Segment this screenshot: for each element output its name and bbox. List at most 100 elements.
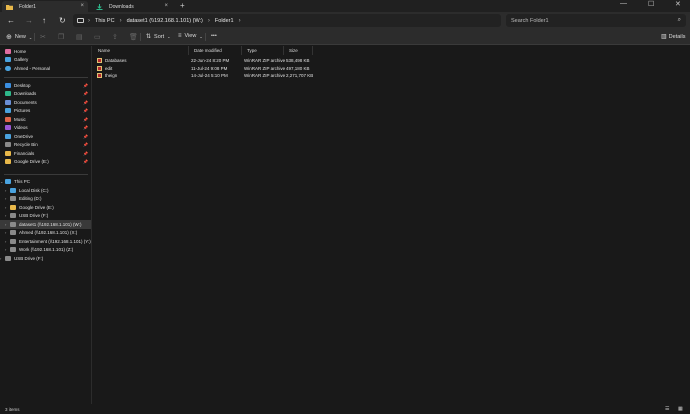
file-row[interactable]: Databases 22-Jun-24 8:20 PM WinRAR ZIP arc…	[97, 57, 319, 65]
sidebar-item-drive[interactable]: › Ahmed (\\192.168.1.101) (X:)	[0, 229, 91, 238]
sidebar-item-drive[interactable]: › Local Disk (C:)	[0, 186, 91, 195]
share-icon[interactable]: ⇪	[112, 33, 118, 41]
view-icon: ≡	[178, 33, 182, 39]
sidebar-item-pinned[interactable]: Financials 📌	[0, 149, 91, 158]
new-tab-icon[interactable]: +	[180, 1, 185, 10]
drive-icon	[10, 204, 16, 210]
chevron-right-icon[interactable]: ›	[5, 213, 9, 218]
delete-icon[interactable]: 🗑	[129, 33, 138, 41]
file-row[interactable]: theign 14-Jul-24 5:10 PM WinRAR ZIP archiv…	[97, 72, 319, 80]
view-button[interactable]: ≡ View ⌄	[178, 33, 203, 39]
up-icon[interactable]: ↑	[42, 16, 46, 25]
close-tab-icon[interactable]: ×	[80, 3, 84, 9]
chevron-right-icon[interactable]: ›	[5, 188, 9, 193]
search-box[interactable]: ⌕	[506, 14, 686, 27]
sort-icon: ⇅	[146, 34, 152, 40]
forward-icon[interactable]: →	[25, 16, 33, 25]
sidebar-item-home[interactable]: Home	[0, 47, 91, 56]
chevron-right-icon[interactable]: ›	[239, 18, 241, 24]
sidebar-item-label: Editing (D:)	[19, 196, 42, 202]
maximize-icon[interactable]: ☐	[648, 0, 654, 8]
sidebar-item-pinned[interactable]: OneDrive 📌	[0, 132, 91, 141]
more-options-icon[interactable]: •••	[211, 33, 217, 39]
sort-label: Sort	[154, 33, 165, 40]
rename-icon[interactable]: ▭	[94, 33, 101, 41]
item-count: 3 items	[5, 407, 20, 412]
sidebar-item-pinned[interactable]: Pictures 📌	[0, 107, 91, 116]
winrar-archive-icon	[97, 58, 102, 63]
sidebar-item-label: Desktop	[14, 82, 31, 88]
sidebar-item-drive[interactable]: › Work (\\192.168.1.101) (Z:)	[0, 246, 91, 255]
copy-icon[interactable]: ❐	[58, 33, 64, 41]
breadcrumb-dataset1[interactable]: dataset1 (\\192.168.1.101) (W:)	[127, 18, 203, 24]
plus-icon: ⊕	[6, 34, 12, 41]
sidebar-item-pinned[interactable]: Google Drive (E:) 📌	[0, 158, 91, 167]
sidebar-item-pinned[interactable]: Recycle Bin 📌	[0, 141, 91, 150]
sidebar-item-pinned[interactable]: Music 📌	[0, 115, 91, 124]
sidebar-item-this-pc[interactable]: ⌄ This PC	[0, 177, 91, 186]
network-drive-icon	[10, 230, 16, 236]
sidebar-item-drive[interactable]: › Editing (D:)	[0, 195, 91, 204]
paste-icon[interactable]: ▤	[76, 33, 83, 41]
back-icon[interactable]: ←	[7, 16, 15, 25]
details-label: Details	[668, 33, 686, 40]
network-drive-icon	[10, 247, 16, 253]
sidebar-item-label: Downloads	[14, 91, 37, 97]
chevron-right-icon[interactable]: ›	[5, 239, 9, 244]
sort-button[interactable]: ⇅ Sort ⌄	[146, 33, 170, 41]
search-input[interactable]	[511, 17, 671, 24]
tab-folder1[interactable]: Folder1 ×	[2, 1, 88, 12]
sidebar-item-pinned[interactable]: Downloads 📌	[0, 90, 91, 99]
file-row[interactable]: edit 11-Jul-24 9:08 PM WinRAR ZIP archive 4…	[97, 65, 319, 73]
column-header-type[interactable]: Type	[242, 46, 284, 55]
sidebar-item-ahmed-personal[interactable]: › Ahmed - Personal	[0, 64, 91, 73]
chevron-down-icon[interactable]: ⌄	[0, 179, 4, 184]
tab-label: Folder1	[19, 3, 36, 10]
chevron-right-icon[interactable]: ›	[208, 18, 210, 24]
search-icon[interactable]: ⌕	[678, 17, 681, 24]
breadcrumb-this-pc[interactable]: This PC	[95, 18, 115, 24]
cut-icon[interactable]: ✂	[40, 33, 46, 41]
sidebar-item-pinned[interactable]: Documents 📌	[0, 98, 91, 107]
file-name: edit	[105, 65, 113, 71]
breadcrumb-folder1[interactable]: Folder1	[215, 18, 234, 24]
pin-icon: 📌	[83, 116, 88, 122]
details-button[interactable]: ▥ Details	[661, 33, 686, 41]
address-row: ← → ↑ ↻ › This PC › dataset1 (\\192.168.…	[0, 12, 690, 29]
close-window-icon[interactable]: ✕	[675, 0, 681, 8]
sidebar-item-drive[interactable]: › Entertainment (\\192.168.1.101) (Y:)	[0, 237, 91, 246]
minimize-icon[interactable]: —	[620, 0, 627, 7]
network-drive-icon	[10, 221, 16, 227]
file-date: 22-Jun-24 8:20 PM	[191, 58, 230, 64]
tab-downloads[interactable]: Downloads ×	[92, 1, 172, 12]
chevron-right-icon[interactable]: ›	[5, 196, 9, 201]
sidebar-item-drive[interactable]: › USB Drive (F:)	[0, 212, 91, 221]
recycle-bin-icon	[5, 142, 11, 148]
sidebar-item-usb-drive[interactable]: › USB Drive (F:)	[0, 255, 91, 264]
chevron-right-icon[interactable]: ›	[5, 222, 9, 227]
sidebar-item-gallery[interactable]: Gallery	[0, 56, 91, 65]
sidebar-item-drive[interactable]: › dataset1 (\\192.168.1.101) (W:)	[0, 220, 91, 229]
address-bar[interactable]: › This PC › dataset1 (\\192.168.1.101) (…	[73, 14, 501, 27]
sidebar-item-drive[interactable]: › Google Drive (E:)	[0, 203, 91, 212]
file-type: WinRAR ZIP archive	[244, 65, 286, 71]
sidebar-item-label: Google Drive (E:)	[19, 204, 54, 210]
chevron-right-icon[interactable]: ›	[0, 256, 4, 261]
sidebar-item-pinned[interactable]: Videos 📌	[0, 124, 91, 133]
chevron-right-icon[interactable]: ›	[5, 205, 9, 210]
chevron-right-icon[interactable]: ›	[120, 18, 122, 24]
column-header-name[interactable]: Name	[93, 46, 189, 55]
chevron-right-icon[interactable]: ›	[5, 247, 9, 252]
chevron-right-icon[interactable]: ›	[0, 66, 4, 71]
close-tab-icon[interactable]: ×	[164, 3, 168, 9]
command-bar: ⊕ New ⌄ ✂ ❐ ▤ ▭ ⇪ 🗑 ⇅ Sort ⌄ ≡ View ⌄ ••…	[0, 29, 690, 45]
details-view-icon[interactable]: ☰	[665, 406, 669, 412]
new-button[interactable]: ⊕ New ⌄	[6, 33, 32, 41]
tiles-view-icon[interactable]: ▦	[678, 406, 683, 412]
column-header-size[interactable]: Size	[284, 46, 313, 55]
refresh-icon[interactable]: ↻	[59, 16, 66, 25]
new-label: New	[14, 34, 26, 40]
chevron-right-icon[interactable]: ›	[5, 230, 9, 235]
column-header-date-modified[interactable]: Date modified	[189, 46, 242, 55]
sidebar-item-pinned[interactable]: Desktop 📌	[0, 81, 91, 90]
